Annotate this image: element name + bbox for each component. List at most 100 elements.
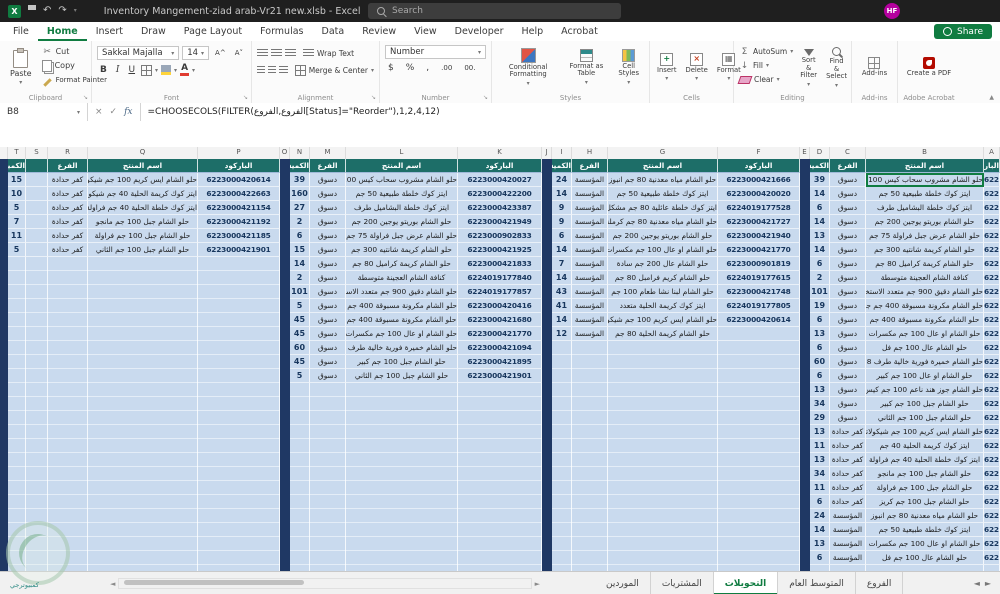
- product-cell[interactable]: حلو الشام جبل 100 جم كريز: [866, 495, 984, 509]
- align-left-icon[interactable]: [257, 65, 266, 75]
- barcode-cell[interactable]: 6223000421192: [984, 467, 1000, 481]
- qty-cell[interactable]: 39: [290, 173, 310, 187]
- bold-button[interactable]: B: [97, 64, 110, 77]
- dialog-launcher-icon[interactable]: ↘: [371, 94, 376, 101]
- branch-cell[interactable]: كفر حدادة: [48, 243, 88, 257]
- column-header-cell[interactable]: الكمية: [552, 159, 572, 173]
- product-cell[interactable]: حلو الشام جبل 100 جم فراولة: [88, 229, 198, 243]
- qty-cell[interactable]: 45: [290, 313, 310, 327]
- column-header-cell[interactable]: اسم المنتج: [88, 159, 198, 173]
- sheet-tab[interactable]: التحويلات: [713, 572, 779, 594]
- branch-cell[interactable]: دسوق: [830, 327, 866, 341]
- product-cell[interactable]: ايتز كوك خلطة الحلية 40 جم فراولة: [866, 453, 984, 467]
- branch-cell[interactable]: المؤسسة: [830, 523, 866, 537]
- excel-app-icon[interactable]: X: [8, 4, 21, 18]
- cancel-icon[interactable]: ×: [95, 107, 103, 117]
- spacer-cell[interactable]: [26, 187, 48, 201]
- branch-cell[interactable]: كفر حدادة: [48, 201, 88, 215]
- qty-cell[interactable]: 5: [290, 369, 310, 383]
- qty-cell[interactable]: 13: [810, 537, 830, 551]
- barcode-cell[interactable]: 6223000421940: [718, 229, 800, 243]
- branch-cell[interactable]: دسوق: [310, 341, 346, 355]
- product-cell[interactable]: حلو الشام مكرونة مسبوقة 400 جم جوزهند: [346, 299, 458, 313]
- qty-cell[interactable]: 13: [810, 229, 830, 243]
- share-button[interactable]: Share: [934, 24, 992, 39]
- barcode-cell[interactable]: 6224019177857: [458, 285, 542, 299]
- product-cell[interactable]: حلو الشام مكرونة مسبوقة 400 جم جوزهند: [866, 299, 984, 313]
- product-cell[interactable]: حلو الشام مكرونة مسبوقة 400 جم: [346, 313, 458, 327]
- qty-cell[interactable]: 24: [552, 173, 572, 187]
- qty-cell[interactable]: 13: [810, 425, 830, 439]
- insert-cells-button[interactable]: + Insert ▾: [655, 45, 679, 90]
- create-pdf-button[interactable]: Create a PDF: [905, 45, 953, 90]
- product-cell[interactable]: حلو الشام عال 100 جم فل: [866, 341, 984, 355]
- product-cell[interactable]: ايتز كوك خلطة طبيعية 50 جم: [346, 187, 458, 201]
- qty-cell[interactable]: 14: [552, 313, 572, 327]
- barcode-cell[interactable]: 6223000421680: [984, 313, 1000, 327]
- product-cell[interactable]: حلو الشام جبل 100 جم كبير: [346, 355, 458, 369]
- barcode-cell[interactable]: 6223000421753: [984, 551, 1000, 565]
- qty-cell[interactable]: 6: [290, 229, 310, 243]
- qty-cell[interactable]: 2: [290, 215, 310, 229]
- barcode-cell[interactable]: 6223000421666: [718, 173, 800, 187]
- qty-cell[interactable]: 11: [8, 229, 26, 243]
- product-cell[interactable]: حلو الشام جبل 100 جم الثاني: [346, 369, 458, 383]
- barcode-cell[interactable]: 6223000901819: [718, 257, 800, 271]
- branch-cell[interactable]: دسوق: [310, 229, 346, 243]
- product-cell[interactable]: حلو الشام كريمة شانتيه 300 جم: [866, 243, 984, 257]
- barcode-cell[interactable]: 6223000421770: [718, 243, 800, 257]
- qty-cell[interactable]: 29: [810, 411, 830, 425]
- product-cell[interactable]: حلو الشام مياه معدنية 80 جم كرملة: [608, 215, 718, 229]
- enter-icon[interactable]: ✓: [110, 107, 118, 117]
- spacer-cell[interactable]: [26, 243, 48, 257]
- column-header-cell[interactable]: الفرع: [572, 159, 608, 173]
- branch-cell[interactable]: المؤسسة: [572, 257, 608, 271]
- barcode-cell[interactable]: 6223000421680: [458, 313, 542, 327]
- paste-button[interactable]: Paste ▾: [5, 45, 37, 90]
- qty-cell[interactable]: 13: [810, 383, 830, 397]
- barcode-cell[interactable]: 6223000421094: [984, 355, 1000, 369]
- dialog-launcher-icon[interactable]: ↘: [243, 94, 248, 101]
- branch-cell[interactable]: دسوق: [310, 299, 346, 313]
- format-as-table-button[interactable]: Format as Table ▾: [564, 45, 608, 90]
- branch-cell[interactable]: دسوق: [310, 313, 346, 327]
- qty-cell[interactable]: 14: [552, 243, 572, 257]
- branch-cell[interactable]: دسوق: [310, 173, 346, 187]
- branch-cell[interactable]: دسوق: [830, 341, 866, 355]
- barcode-cell[interactable]: 6224019177805: [718, 299, 800, 313]
- align-right-icon[interactable]: [279, 65, 288, 75]
- branch-cell[interactable]: المؤسسة: [572, 187, 608, 201]
- ribbon-tab[interactable]: Page Layout: [175, 22, 251, 41]
- qty-cell[interactable]: 2: [290, 271, 310, 285]
- product-cell[interactable]: حلو الشام او عال 100 جم مكسرات: [608, 243, 718, 257]
- column-header-cell[interactable]: الفرع: [830, 159, 866, 173]
- font-color-icon[interactable]: A: [180, 64, 190, 76]
- barcode-cell[interactable]: 6224019177880: [984, 369, 1000, 383]
- ribbon-tab[interactable]: Help: [513, 22, 553, 41]
- ribbon-tab[interactable]: Home: [38, 22, 87, 41]
- dialog-launcher-icon[interactable]: ↘: [83, 94, 88, 101]
- barcode-cell[interactable]: 6223000421770: [984, 327, 1000, 341]
- branch-cell[interactable]: دسوق: [310, 243, 346, 257]
- branch-cell[interactable]: دسوق: [830, 313, 866, 327]
- qty-cell[interactable]: 7: [8, 215, 26, 229]
- column-header-cell[interactable]: الباركود: [458, 159, 542, 173]
- column-header-letter[interactable]: P: [198, 147, 280, 159]
- scroll-left-icon[interactable]: ◄: [110, 579, 115, 589]
- product-cell[interactable]: ايتز كوك كريمة الحلية 40 جم: [866, 439, 984, 453]
- spacer-cell[interactable]: [26, 215, 48, 229]
- barcode-cell[interactable]: 6223000421901: [984, 411, 1000, 425]
- product-cell[interactable]: حلو الشام جبل 100 جم مانجو: [866, 467, 984, 481]
- spacer-cell[interactable]: [26, 229, 48, 243]
- branch-cell[interactable]: دسوق: [830, 173, 866, 187]
- branch-cell[interactable]: كفر حدادة: [48, 187, 88, 201]
- product-cell[interactable]: حلو الشام خميرة فورية خالية طرف 8 جم: [346, 341, 458, 355]
- branch-cell[interactable]: دسوق: [830, 299, 866, 313]
- qty-cell[interactable]: 41: [552, 299, 572, 313]
- branch-cell[interactable]: المؤسسة: [572, 327, 608, 341]
- column-header-letter[interactable]: S: [26, 147, 48, 159]
- ribbon-tab[interactable]: Developer: [446, 22, 513, 41]
- barcode-cell[interactable]: 6223000421727: [718, 215, 800, 229]
- product-cell[interactable]: حلو الشام عرض جبل فراولة 75 جم: [346, 229, 458, 243]
- increase-decimal-button[interactable]: .00: [438, 62, 455, 75]
